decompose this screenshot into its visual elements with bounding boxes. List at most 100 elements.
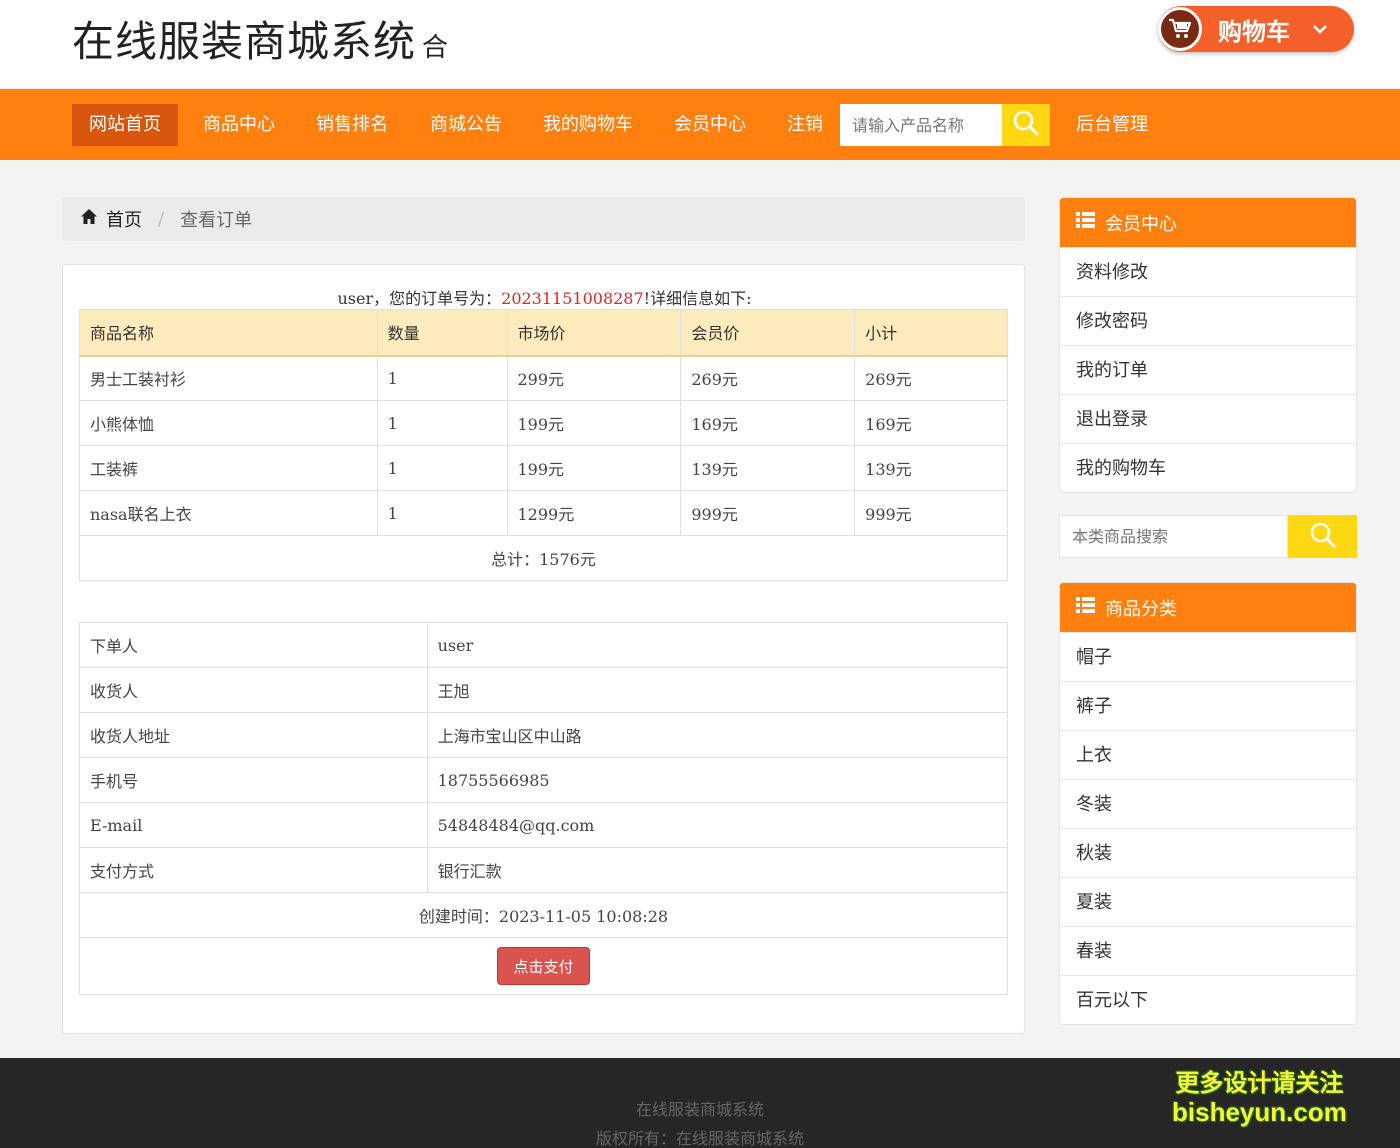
table-cell: 1 — [376, 490, 508, 536]
info-value: 王旭 — [426, 667, 1009, 713]
nav-item-home[interactable]: 网站首页 — [72, 104, 178, 146]
table-cell: 1299元 — [506, 490, 682, 536]
table-cell: 169元 — [854, 400, 1008, 446]
sidebar-item-logout[interactable]: 退出登录 — [1060, 394, 1356, 443]
nav-item-admin[interactable]: 后台管理 — [1059, 104, 1165, 146]
category-item-autumn[interactable]: 秋装 — [1060, 828, 1356, 877]
order-intro-text: user，您的订单号为： — [337, 289, 502, 308]
breadcrumb: 首页 / 查看订单 — [62, 197, 1025, 241]
table-header-row: 商品名称 数量 市场价 会员价 小计 — [79, 309, 1008, 357]
created-time: 创建时间：2023-11-05 10:08:28 — [79, 892, 1008, 938]
info-label: 收货人 — [79, 667, 428, 713]
sidebar-item-my-cart[interactable]: 我的购物车 — [1060, 443, 1356, 492]
sidebar-item-edit-profile[interactable]: 资料修改 — [1060, 247, 1356, 296]
category-box: 商品分类 帽子 裤子 上衣 冬装 秋装 夏装 春装 百元以下 — [1059, 582, 1357, 1025]
category-title: 商品分类 — [1105, 598, 1177, 620]
pay-row: 点击支付 — [79, 937, 1008, 995]
category-header: 商品分类 — [1060, 583, 1356, 632]
nav-item-my-cart[interactable]: 我的购物车 — [526, 104, 650, 146]
member-center-box: 会员中心 资料修改 修改密码 我的订单 退出登录 我的购物车 — [1059, 197, 1357, 493]
info-value: 银行汇款 — [426, 847, 1009, 893]
table-cell: 1 — [376, 355, 508, 401]
search-icon — [1012, 109, 1040, 141]
category-item-pants[interactable]: 裤子 — [1060, 681, 1356, 730]
search-icon — [1309, 521, 1337, 553]
watermark-line2: bisheyun.com — [1172, 1097, 1347, 1127]
order-info-table: 下单人 user 收货人 王旭 收货人地址 上海市宝山区中山路 手机号 1875… — [79, 622, 1009, 995]
table-cell: 139元 — [854, 445, 1008, 491]
column-header: 小计 — [854, 309, 1008, 357]
chevron-down-icon — [1312, 19, 1328, 40]
home-icon — [80, 208, 98, 230]
main-nav: 网站首页 商品中心 销售排名 商城公告 我的购物车 会员中心 注销 后台管理 — [0, 89, 1400, 160]
table-cell: 1 — [376, 400, 508, 446]
site-title-text: 在线服装商城系统 — [72, 17, 417, 66]
table-cell: 1 — [376, 445, 508, 491]
table-row: nasa联名上衣 1 1299元 999元 999元 — [79, 490, 1008, 536]
footer-copyright: 版权所有：在线服装商城系统 — [595, 1129, 804, 1148]
member-center-title: 会员中心 — [1105, 213, 1177, 235]
category-item-summer[interactable]: 夏装 — [1060, 877, 1356, 926]
cart-icon — [1158, 7, 1202, 51]
list-icon — [1076, 597, 1095, 618]
info-row: 手机号 18755566985 — [79, 757, 1009, 803]
order-items-table: 商品名称 数量 市场价 会员价 小计 男士工装衬衫 1 299元 269元 26… — [79, 309, 1008, 581]
table-cell: 999元 — [680, 490, 856, 536]
info-value: 54848484@qq.com — [426, 802, 1009, 848]
category-item-spring[interactable]: 春装 — [1060, 926, 1356, 975]
nav-item-announcements[interactable]: 商城公告 — [413, 104, 519, 146]
nav-item-logout[interactable]: 注销 — [770, 104, 840, 146]
table-cell: 男士工装衬衫 — [79, 355, 378, 401]
table-cell: 139元 — [680, 445, 856, 491]
order-total: 总计：1576元 — [79, 535, 1008, 581]
info-row: 收货人地址 上海市宝山区中山路 — [79, 712, 1009, 758]
list-icon — [1076, 212, 1095, 233]
info-value: user — [426, 622, 1009, 668]
table-cell: 199元 — [506, 400, 682, 446]
table-cell: 工装裤 — [79, 445, 378, 491]
category-search-button[interactable] — [1288, 515, 1357, 558]
sidebar-item-my-orders[interactable]: 我的订单 — [1060, 345, 1356, 394]
info-row: E-mail 54848484@qq.com — [79, 802, 1009, 848]
nav-item-products[interactable]: 商品中心 — [186, 104, 292, 146]
info-label: 收货人地址 — [79, 712, 428, 758]
category-item-winter[interactable]: 冬装 — [1060, 779, 1356, 828]
nav-search-input[interactable] — [840, 104, 1002, 146]
breadcrumb-home-label: 首页 — [106, 210, 142, 231]
info-label: E-mail — [79, 802, 428, 848]
category-item-hats[interactable]: 帽子 — [1060, 632, 1356, 681]
info-row: 下单人 user — [79, 622, 1009, 668]
nav-item-member-center[interactable]: 会员中心 — [657, 104, 763, 146]
pay-button[interactable]: 点击支付 — [497, 947, 590, 985]
category-item-tops[interactable]: 上衣 — [1060, 730, 1356, 779]
watermark-line1: 更多设计请关注 — [1175, 1070, 1344, 1097]
category-search-input[interactable] — [1059, 515, 1288, 558]
table-cell: 299元 — [506, 355, 682, 401]
info-label: 手机号 — [79, 757, 428, 803]
watermark: 更多设计请关注 bisheyun.com — [1172, 1070, 1347, 1126]
table-cell: 199元 — [506, 445, 682, 491]
info-value: 18755566985 — [426, 757, 1009, 803]
nav-item-sales-ranking[interactable]: 销售排名 — [299, 104, 405, 146]
info-label: 支付方式 — [79, 847, 428, 893]
table-row: 小熊体恤 1 199元 169元 169元 — [79, 400, 1008, 446]
sidebar-item-change-password[interactable]: 修改密码 — [1060, 296, 1356, 345]
info-row: 支付方式 银行汇款 — [79, 847, 1009, 893]
site-title: 在线服装商城系统合 — [72, 8, 449, 69]
column-header: 市场价 — [506, 309, 682, 357]
column-header: 商品名称 — [79, 309, 378, 357]
site-title-suffix: 合 — [422, 33, 450, 63]
breadcrumb-home-link[interactable]: 首页 — [80, 206, 142, 232]
total-row: 总计：1576元 — [79, 535, 1008, 581]
cart-button[interactable]: 购物车 — [1158, 6, 1354, 52]
table-cell: 169元 — [680, 400, 856, 446]
breadcrumb-separator: / — [158, 208, 165, 230]
order-intro-suffix: !详细信息如下: — [643, 289, 752, 308]
info-row: 收货人 王旭 — [79, 667, 1009, 713]
table-cell: 269元 — [680, 355, 856, 401]
category-item-under-100[interactable]: 百元以下 — [1060, 975, 1356, 1024]
column-header: 数量 — [376, 309, 508, 357]
table-row: 工装裤 1 199元 139元 139元 — [79, 445, 1008, 491]
breadcrumb-current: 查看订单 — [180, 210, 253, 231]
nav-search-button[interactable] — [1002, 104, 1050, 146]
